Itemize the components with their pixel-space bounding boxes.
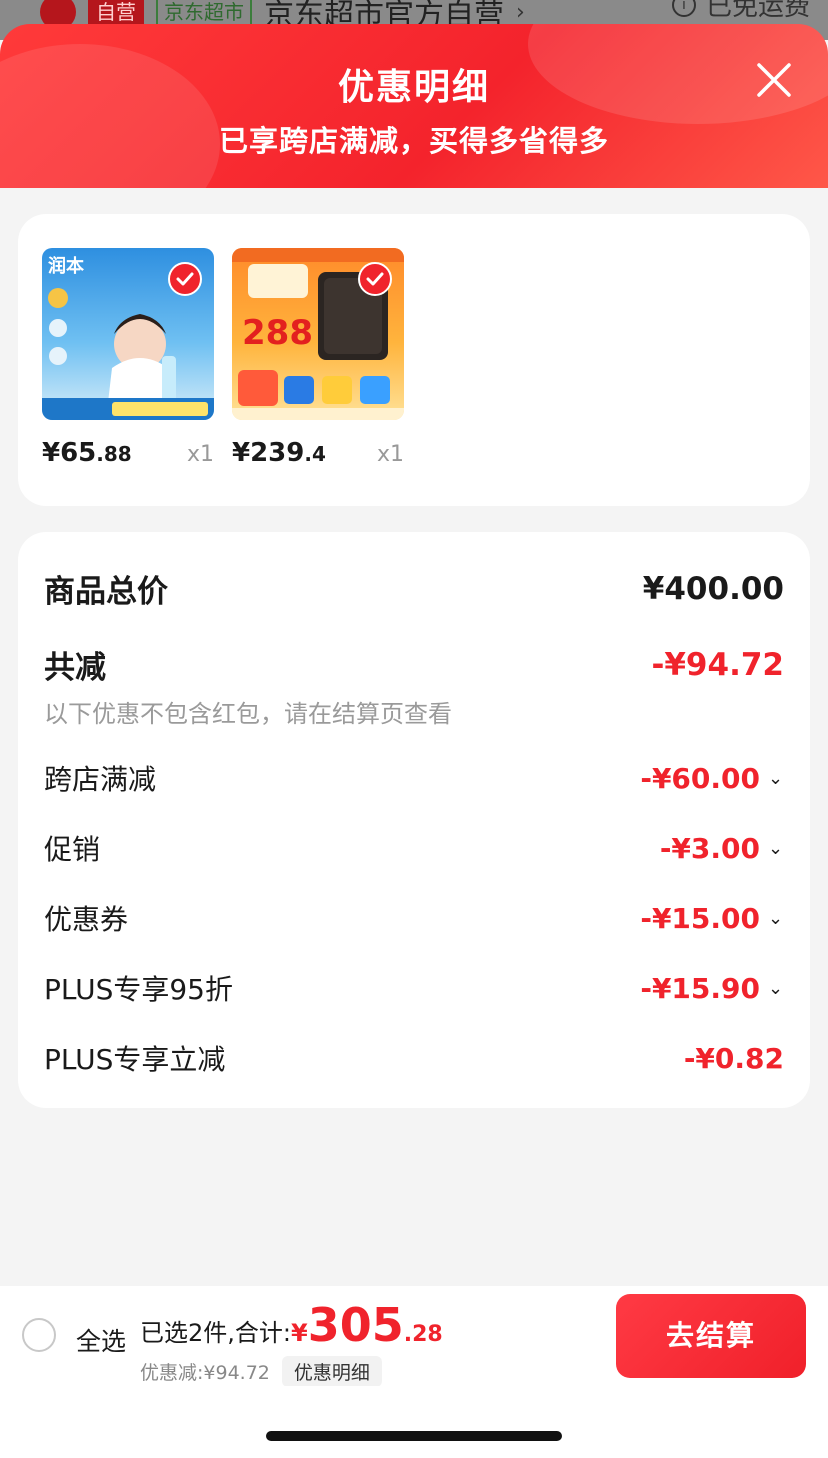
discount-value: -¥0.82 (683, 1041, 784, 1075)
summary-label: 已选2件,合计: (140, 1319, 291, 1347)
checkout-bar: 全选 已选2件,合计: ¥ 305 .28 优惠减:¥94.72 优惠明细 去结… (0, 1286, 828, 1387)
page-title: 优惠明细 (337, 67, 490, 108)
chevron-down-icon[interactable]: ⌄ (768, 908, 784, 929)
product-thumbnail: 润本 (42, 248, 214, 420)
page-subtitle: 已享跨店满减，买得多省得多 (218, 124, 609, 158)
discount-label: 优惠券 (44, 903, 129, 936)
savings-amount: 优惠减:¥94.72 (140, 1362, 270, 1384)
savings-line: 优惠减:¥94.72 优惠明细 (140, 1356, 382, 1387)
discount-label: PLUS专享立减 (44, 1043, 226, 1076)
home-indicator-area (0, 1386, 828, 1458)
discount-value: -¥3.00 ⌄ (659, 831, 784, 865)
discount-value: -¥15.90 ⌄ (640, 971, 784, 1005)
discount-label: 促销 (44, 833, 101, 866)
select-all-label[interactable]: 全选 (76, 1322, 126, 1358)
total-reduction-value: -¥94.72 (651, 646, 785, 683)
discount-row-plus-95[interactable]: PLUS专享95折 -¥15.90 ⌄ (44, 968, 784, 1008)
total-price-label: 商品总价 (44, 574, 168, 610)
total-price-value: ¥400.00 (642, 570, 784, 607)
total-price-row: 商品总价 ¥400.00 (44, 566, 784, 611)
chevron-down-icon[interactable]: ⌄ (768, 978, 784, 999)
discount-row-coupon[interactable]: 优惠券 -¥15.00 ⌄ (44, 898, 784, 938)
discount-detail-card: 商品总价 ¥400.00 共减 -¥94.72 以下优惠不包含红包，请在结算页查… (18, 532, 810, 1108)
product-item[interactable]: 润本 ¥65.88 x1 (42, 248, 214, 468)
products-card: 润本 ¥65.88 x1 288 ¥239.4 x1 (18, 214, 810, 506)
svg-text:288: 288 (242, 313, 313, 353)
product-price: ¥239.4 (232, 438, 326, 468)
total-integer: 305 (307, 1298, 404, 1352)
home-indicator[interactable] (266, 1431, 562, 1441)
chevron-right-icon: › (516, 0, 525, 25)
selected-check-icon[interactable] (168, 262, 202, 296)
discount-detail-header: 优惠明细 已享跨店满减，买得多省得多 (0, 24, 828, 210)
discount-value: -¥15.00 ⌄ (640, 901, 784, 935)
product-quantity: x1 (186, 442, 214, 467)
order-total: 已选2件,合计: ¥ 305 .28 (140, 1298, 443, 1352)
discount-value: -¥60.00 ⌄ (640, 761, 784, 795)
selected-check-icon[interactable] (358, 262, 392, 296)
discount-row-promotion[interactable]: 促销 -¥3.00 ⌄ (44, 828, 784, 868)
discount-detail-link[interactable]: 优惠明细 (281, 1356, 382, 1387)
svg-text:润本: 润本 (48, 255, 84, 277)
discount-row-plus-instant: PLUS专享立减 -¥0.82 (44, 1038, 784, 1078)
chevron-down-icon[interactable]: ⌄ (768, 768, 784, 789)
total-reduction-row: 共减 -¥94.72 (44, 642, 784, 687)
discount-label: 跨店满减 (44, 763, 157, 796)
free-shipping-label: 已免运费 (705, 0, 810, 22)
total-reduction-label: 共减 (44, 650, 106, 686)
close-icon[interactable] (756, 62, 792, 98)
sheet-body: 润本 ¥65.88 x1 288 ¥239.4 x1 商品总价 ¥400.00 … (0, 188, 828, 1286)
currency-symbol: ¥ (290, 1319, 308, 1347)
free-shipping: i 已免运费 (671, 0, 810, 23)
product-price: ¥65.88 (42, 438, 132, 468)
product-quantity: x1 (376, 442, 404, 467)
red-packet-note: 以下优惠不包含红包，请在结算页查看 (44, 700, 452, 728)
total-decimal: .28 (403, 1322, 443, 1347)
product-thumbnail: 288 (232, 248, 404, 420)
select-all-radio[interactable] (22, 1318, 56, 1352)
product-item[interactable]: 288 ¥239.4 x1 (232, 248, 404, 468)
info-icon: i (671, 0, 696, 17)
discount-row-cross-store[interactable]: 跨店满减 -¥60.00 ⌄ (44, 758, 784, 798)
discount-label: PLUS专享95折 (44, 973, 233, 1006)
checkout-button[interactable]: 去结算 (616, 1294, 806, 1378)
chevron-down-icon[interactable]: ⌄ (768, 838, 784, 859)
